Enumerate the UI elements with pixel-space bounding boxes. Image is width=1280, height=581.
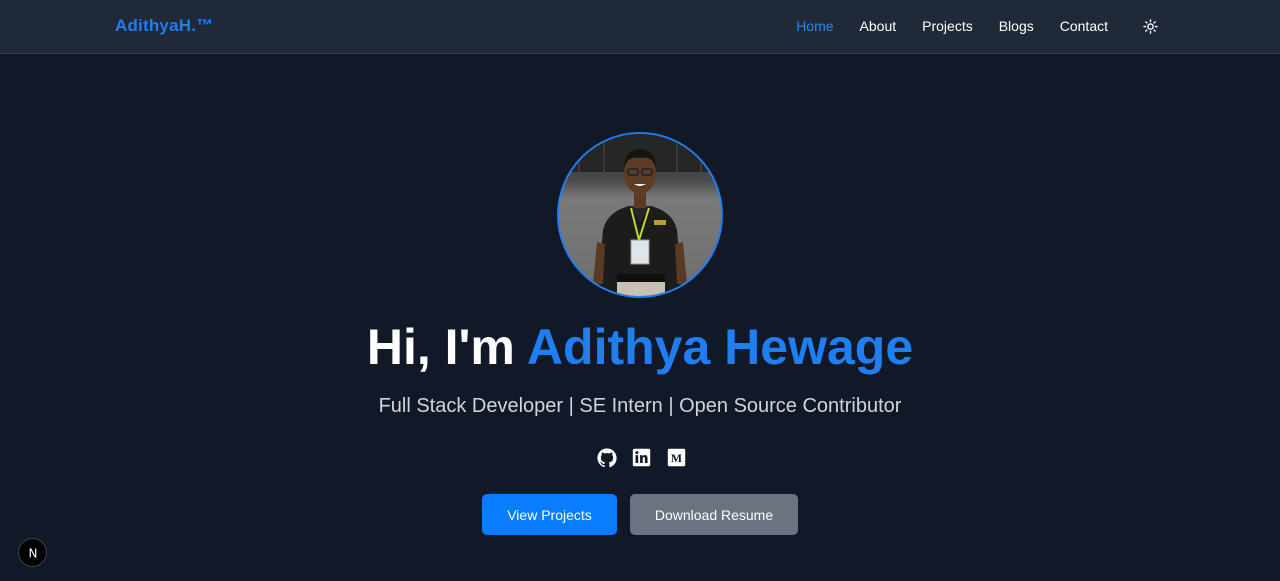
nav-link-projects[interactable]: Projects (922, 17, 973, 35)
nav-links: Home About Projects Blogs Contact (796, 17, 1108, 35)
nextjs-icon: N (28, 546, 37, 560)
nav-link-about[interactable]: About (860, 17, 897, 35)
view-projects-button[interactable]: View Projects (482, 494, 617, 535)
nav-link-blogs[interactable]: Blogs (999, 17, 1034, 35)
hero-name: Adithya Hewage (526, 319, 914, 375)
hero-section: Hi, I'm Adithya Hewage Full Stack Develo… (0, 54, 1280, 581)
linkedin-icon (632, 448, 651, 467)
linkedin-link[interactable] (631, 447, 652, 468)
github-icon (596, 447, 617, 467)
nav-link-contact[interactable]: Contact (1060, 17, 1108, 35)
medium-link[interactable]: M (666, 447, 687, 468)
hero-headline: Hi, I'm Adithya Hewage (0, 317, 1280, 377)
sun-icon (1143, 19, 1158, 34)
hero-subtitle: Full Stack Developer | SE Intern | Open … (378, 395, 902, 417)
navbar: AdithyaH.™ Home About Projects Blogs Con… (0, 0, 1280, 54)
brand-logo[interactable]: AdithyaH.™ (115, 16, 213, 36)
profile-photo (559, 134, 721, 296)
github-link[interactable] (596, 447, 617, 468)
svg-text:N: N (28, 546, 37, 560)
nav-link-home[interactable]: Home (796, 17, 833, 35)
social-links: M (596, 447, 687, 468)
download-resume-button[interactable]: Download Resume (630, 494, 798, 535)
nextjs-dev-badge[interactable]: N (18, 538, 47, 567)
avatar (557, 132, 723, 298)
svg-text:M: M (671, 451, 682, 465)
theme-toggle-button[interactable] (1141, 17, 1160, 36)
medium-icon: M (667, 448, 686, 467)
greeting-text: Hi, I'm (366, 319, 515, 375)
